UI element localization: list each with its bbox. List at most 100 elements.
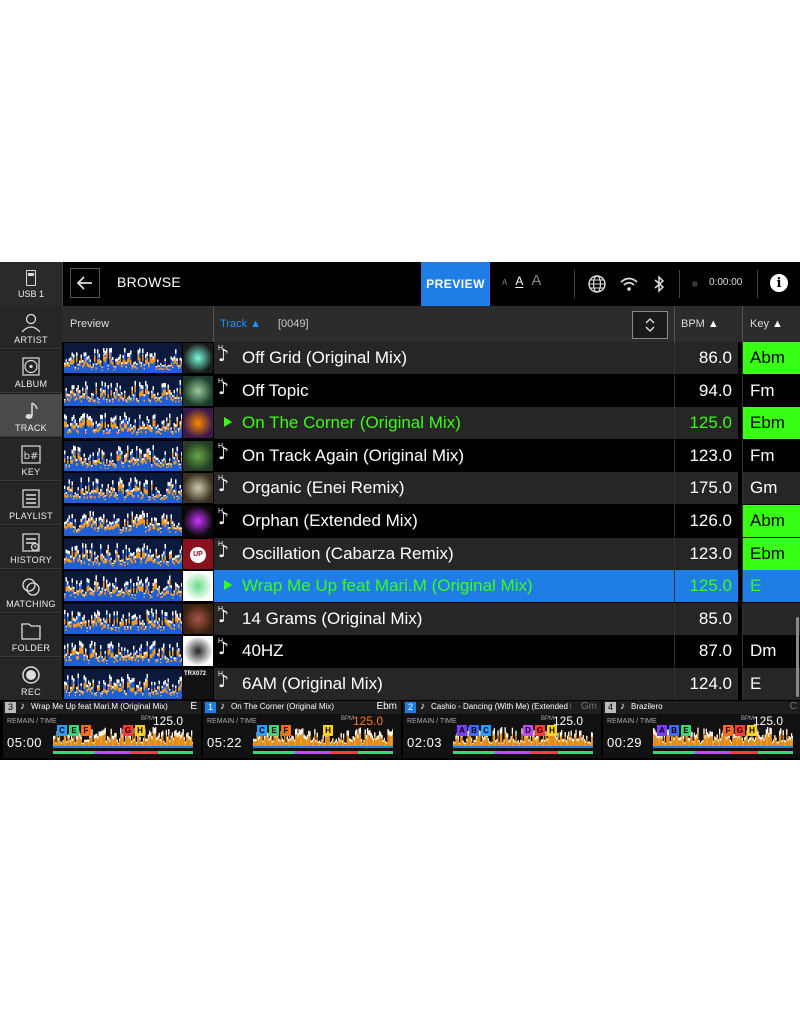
deck-panel[interactable]: 4 ♪ Brazilero C REMAIN / TIME 00:29 BPM … — [603, 701, 800, 758]
divider — [679, 270, 680, 298]
deck-phrase-bar — [453, 751, 593, 754]
track-title-cell[interactable]: H ♪ Organic (Enei Remix) — [214, 472, 674, 505]
sidebar-item-track[interactable]: TRACK — [0, 394, 62, 437]
hot-cue-marker: E — [69, 725, 79, 736]
track-title-cell[interactable]: H ♪ Off Grid (Original Mix) — [214, 342, 674, 374]
track-row[interactable]: H ♪ Off Grid (Original Mix) 86.0 Abm — [62, 342, 800, 374]
sidebar-item-folder[interactable]: FOLDER — [0, 614, 62, 657]
back-arrow-icon — [76, 276, 92, 290]
font-size-small-button[interactable]: A — [502, 278, 507, 287]
track-preview-waveform[interactable] — [64, 343, 182, 373]
back-button[interactable] — [70, 268, 100, 298]
key-column-header[interactable]: Key ▲ — [750, 318, 783, 330]
deck-header: 1 ♪ On The Corner (Original Mix) Ebm — [203, 701, 401, 714]
music-note-icon: ♪ — [218, 476, 229, 497]
track-preview-waveform[interactable] — [64, 506, 182, 536]
deck-panel[interactable]: 2 ♪ Cashio - Dancing (With Me) (Extended… — [403, 701, 601, 758]
track-key: Ebm — [743, 537, 800, 570]
track-preview-waveform[interactable] — [64, 669, 182, 699]
sidebar-item-rec[interactable]: REC — [0, 658, 62, 701]
track-preview-waveform[interactable] — [64, 408, 182, 439]
track-preview-waveform[interactable] — [64, 571, 182, 602]
page-title: BROWSE — [117, 274, 182, 290]
track-title: Oscillation (Cabarza Remix) — [242, 543, 454, 563]
track-title: On The Corner (Original Mix) — [242, 413, 461, 433]
sidebar-item-key[interactable]: b# KEY — [0, 438, 62, 481]
sidebar-item-playlist[interactable]: PLAYLIST — [0, 482, 62, 525]
deck-number: 1 — [205, 702, 216, 713]
hot-cue-marker: H — [747, 725, 757, 736]
track-title-cell[interactable]: On The Corner (Original Mix) — [214, 407, 674, 440]
track-row[interactable]: H ♪ 14 Grams (Original Mix) 85.0 — [62, 602, 800, 635]
wifi-icon[interactable] — [619, 274, 639, 294]
sidebar-item-history[interactable]: HISTORY — [0, 526, 62, 569]
track-row[interactable]: On The Corner (Original Mix) 125.0 Ebm — [62, 407, 800, 440]
album-artwork: TRX072 — [183, 669, 213, 699]
hot-cue-marker: A — [657, 725, 667, 736]
track-preview-waveform[interactable] — [64, 538, 182, 569]
key-icon: b# — [21, 445, 41, 464]
track-preview-waveform[interactable] — [64, 375, 182, 406]
top-bar: USB 1 BROWSE PREVIEW A A A 0:00:00 i — [0, 262, 800, 307]
track-preview-waveform[interactable] — [64, 636, 182, 667]
sort-toggle-button[interactable] — [632, 311, 668, 339]
font-size-medium-button[interactable]: A — [515, 274, 523, 288]
font-size-large-button[interactable]: A — [531, 272, 541, 289]
track-bpm: 94.0 — [674, 374, 738, 407]
track-title-cell[interactable]: H ♪ 6AM (Original Mix) — [214, 668, 674, 700]
track-row[interactable]: H ♪ Off Topic 94.0 Fm — [62, 374, 800, 407]
bpm-column-header[interactable]: BPM ▲ — [681, 318, 719, 330]
deck-waveform[interactable]: CEF GH — [53, 725, 193, 749]
track-row[interactable]: H ♪ Orphan (Extended Mix) 126.0 Abm — [62, 505, 800, 537]
track-row[interactable]: H ♪ On Track Again (Original Mix) 123.0 Fm — [62, 439, 800, 472]
music-note-icon: ♪ — [218, 639, 229, 660]
track-row[interactable]: H ♪ 40HZ 87.0 Dm — [62, 635, 800, 668]
preview-button[interactable]: PREVIEW — [421, 262, 490, 306]
album-artwork — [183, 408, 213, 439]
track-title-cell[interactable]: Wrap Me Up feat Mari.M (Original Mix) — [214, 570, 674, 603]
track-title-cell[interactable]: H ♪ Off Topic — [214, 374, 674, 407]
recording-time: 0:00:00 — [709, 277, 743, 288]
deck-status-bar: 3 ♪ Wrap Me Up feat Mari.M (Original Mix… — [0, 700, 800, 760]
track-row[interactable]: H ♪ Organic (Enei Remix) 175.0 Gm — [62, 472, 800, 505]
sidebar-item-artist[interactable]: ARTIST — [0, 306, 62, 349]
usb-source-button[interactable]: USB 1 — [0, 262, 63, 306]
preview-column-header: Preview — [70, 318, 110, 330]
list-scrollbar[interactable] — [796, 617, 799, 697]
track-row[interactable]: Wrap Me Up feat Mari.M (Original Mix) 125… — [62, 570, 800, 603]
track-preview-waveform[interactable] — [64, 440, 182, 471]
track-title-cell[interactable]: H ♪ Oscillation (Cabarza Remix) — [214, 537, 674, 570]
music-note-icon: ♪ — [420, 701, 425, 712]
sidebar-item-album[interactable]: ALBUM — [0, 350, 62, 393]
globe-icon[interactable] — [587, 274, 607, 294]
deck-waveform[interactable]: ABE FGH — [653, 725, 793, 749]
deck-header: 2 ♪ Cashio - Dancing (With Me) (Extended… — [403, 701, 601, 714]
deck-panel[interactable]: 3 ♪ Wrap Me Up feat Mari.M (Original Mix… — [3, 701, 201, 758]
deck-waveform[interactable]: CEF H — [253, 725, 393, 749]
svg-text:b#: b# — [24, 451, 39, 462]
track-preview-waveform[interactable] — [64, 603, 182, 634]
track-column-header[interactable]: Track ▲ — [220, 318, 261, 330]
track-title-cell[interactable]: H ♪ On Track Again (Original Mix) — [214, 439, 674, 472]
track-title-cell[interactable]: H ♪ 40HZ — [214, 635, 674, 668]
sidebar-item-matching[interactable]: MATCHING — [0, 570, 62, 613]
deck-waveform[interactable]: ABC DGH — [453, 725, 593, 749]
deck-key: E — [190, 701, 197, 712]
disc-icon — [22, 357, 40, 376]
track-key: Ebm — [743, 407, 800, 440]
track-preview-waveform[interactable] — [64, 473, 182, 504]
deck-panel[interactable]: 1 ♪ On The Corner (Original Mix) Ebm REM… — [203, 701, 401, 758]
track-row[interactable]: UP H ♪ Oscillation (Cabarza Remix) 123.0 Ebm — [62, 537, 800, 570]
track-key: Gm — [743, 472, 800, 505]
deck-phrase-bar — [653, 751, 793, 754]
player-screen: USB 1 BROWSE PREVIEW A A A 0:00:00 i ART… — [0, 262, 800, 760]
track-row[interactable]: TRX072 H ♪ 6AM (Original Mix) 124.0 E — [62, 668, 800, 700]
track-title: 40HZ — [242, 641, 284, 661]
font-size-selector: A A A — [502, 272, 541, 289]
info-icon[interactable]: i — [770, 274, 788, 292]
bluetooth-icon[interactable] — [649, 274, 669, 294]
album-artwork — [183, 440, 213, 471]
track-title-cell[interactable]: H ♪ Orphan (Extended Mix) — [214, 505, 674, 537]
track-title-cell[interactable]: H ♪ 14 Grams (Original Mix) — [214, 602, 674, 635]
track-key: Abm — [743, 342, 800, 374]
